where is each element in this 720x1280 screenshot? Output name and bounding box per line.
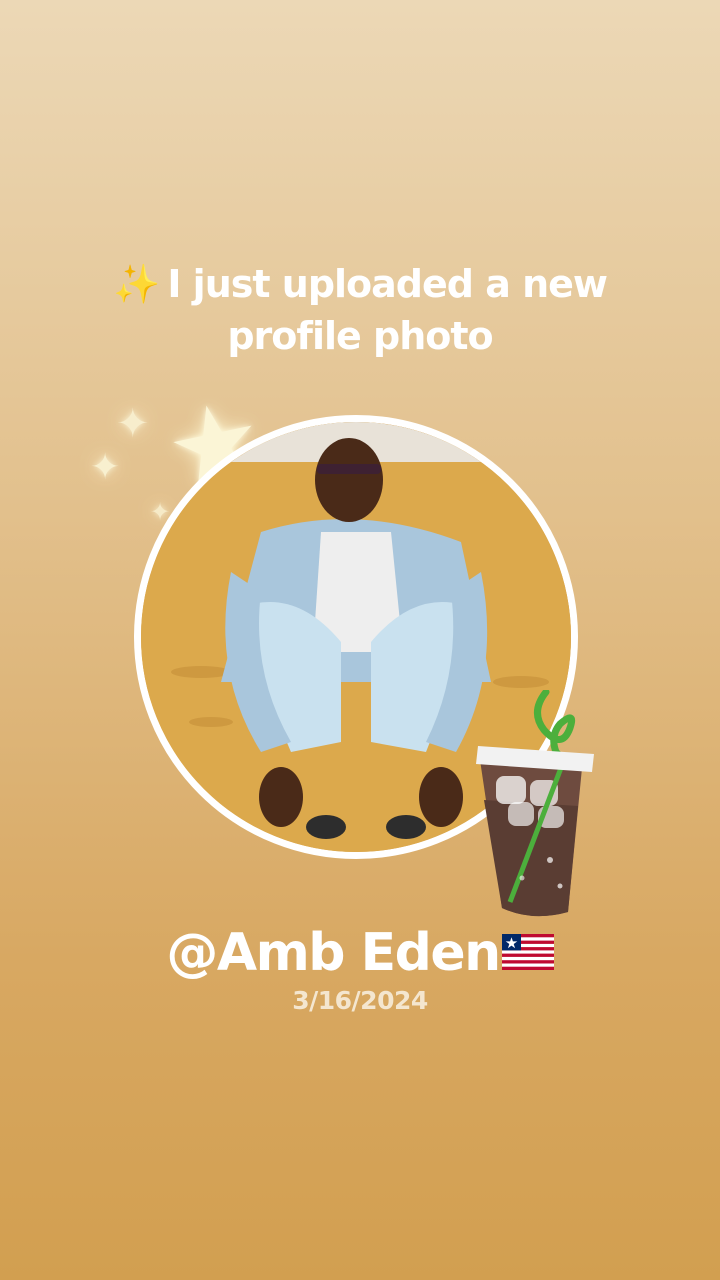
star-icon: ✦ bbox=[116, 401, 150, 447]
headline-line-1: I just uploaded a new bbox=[167, 262, 608, 306]
username-text: @Amb Eden bbox=[166, 923, 501, 983]
star-icon: ✦ bbox=[90, 447, 121, 488]
upload-date: 3/16/2024 bbox=[292, 986, 428, 1015]
liberia-flag-icon bbox=[501, 922, 554, 984]
headline-text: ✨ I just uploaded a new profile photo bbox=[0, 258, 720, 362]
sparkles-icon: ✨ bbox=[112, 262, 160, 306]
headline-line-2: profile photo bbox=[227, 314, 493, 358]
username: @Amb Eden bbox=[0, 922, 720, 984]
iced-coffee-icon bbox=[452, 688, 602, 925]
